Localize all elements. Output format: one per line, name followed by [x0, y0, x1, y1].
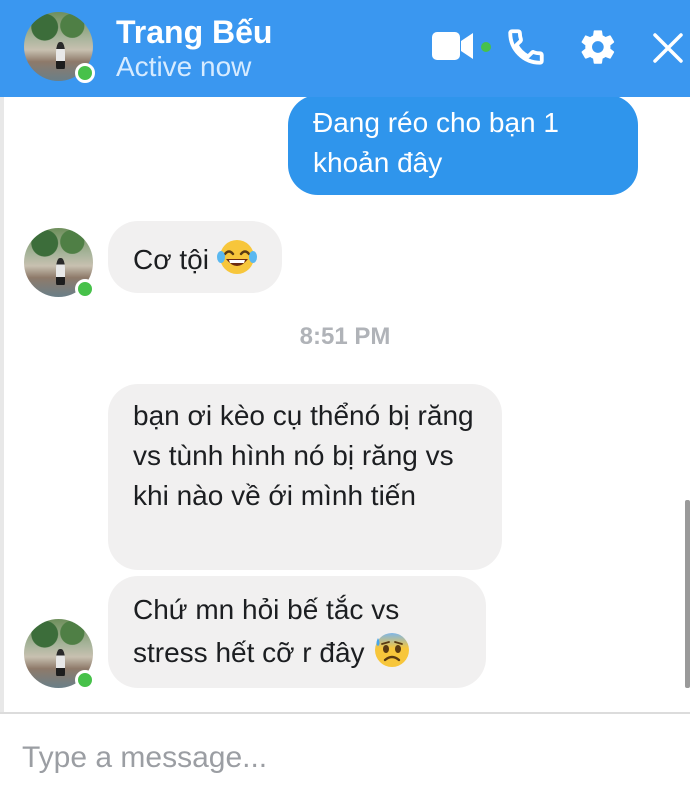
scrollbar-thumb[interactable]: [685, 500, 690, 688]
message-input[interactable]: [22, 738, 662, 778]
contact-name[interactable]: Trang Bếu: [116, 14, 272, 50]
online-status-dot: [75, 279, 95, 299]
message-composer: [0, 712, 690, 794]
message-outgoing[interactable]: Đang réo cho bạn 1 khoản đây: [288, 97, 638, 195]
contact-avatar-small[interactable]: [24, 228, 95, 299]
close-icon[interactable]: [652, 32, 684, 64]
online-status-dot: [75, 63, 95, 83]
avatar-figure: [55, 42, 66, 69]
message-incoming[interactable]: Cơ tội: [108, 221, 282, 293]
online-indicator-icon: [481, 42, 491, 52]
online-status-dot: [75, 670, 95, 690]
gear-icon[interactable]: [578, 27, 618, 67]
message-text: Cơ tội: [133, 244, 209, 275]
message-incoming[interactable]: Chứ mn hỏi bế tắc vs stress hết cỡ r đây: [108, 576, 486, 688]
video-camera-icon[interactable]: [432, 30, 474, 62]
laughing-tears-emoji: [216, 240, 257, 274]
contact-avatar[interactable]: [24, 12, 95, 83]
chat-header: Trang Bếu Active now: [0, 0, 690, 97]
avatar-figure: [55, 258, 66, 285]
phone-icon[interactable]: [504, 26, 548, 68]
message-text: bạn ơi kèo cụ thểnó bị răng vs tùnh hình…: [133, 400, 474, 511]
message-timestamp: 8:51 PM: [299, 323, 391, 350]
message-list[interactable]: Đang réo cho bạn 1 khoản đây Cơ tội 8:51…: [0, 97, 690, 712]
active-status: Active now: [116, 51, 252, 82]
message-incoming[interactable]: bạn ơi kèo cụ thểnó bị răng vs tùnh hình…: [108, 384, 502, 570]
message-text: Đang réo cho bạn 1 khoản đây: [313, 107, 559, 178]
message-text: Chứ mn hỏi bế tắc vs stress hết cỡ r đây: [133, 594, 400, 668]
avatar-figure: [55, 649, 66, 676]
contact-avatar-small[interactable]: [24, 619, 95, 690]
anxious-sweat-emoji: [375, 633, 410, 667]
